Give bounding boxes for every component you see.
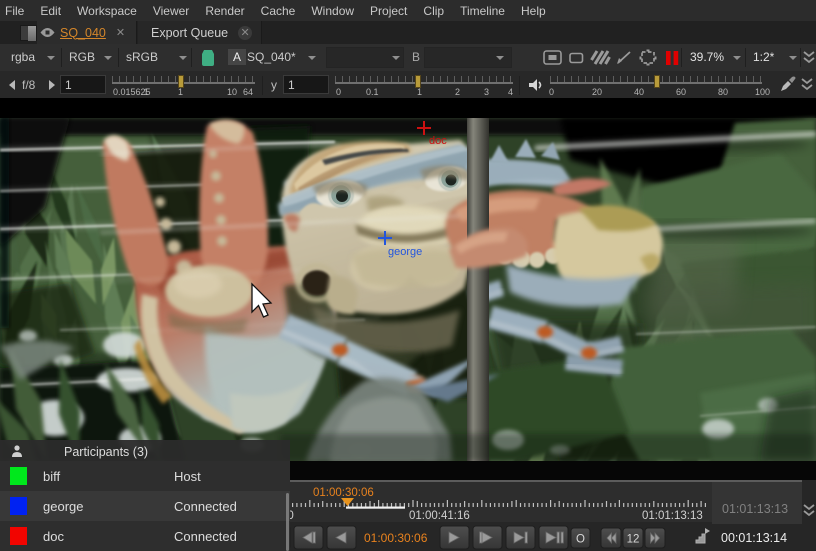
svg-text:george: george <box>388 246 422 258</box>
svg-text:12: 12 <box>627 534 640 546</box>
svg-text:doc: doc <box>429 135 447 147</box>
svg-text:O: O <box>576 534 585 546</box>
